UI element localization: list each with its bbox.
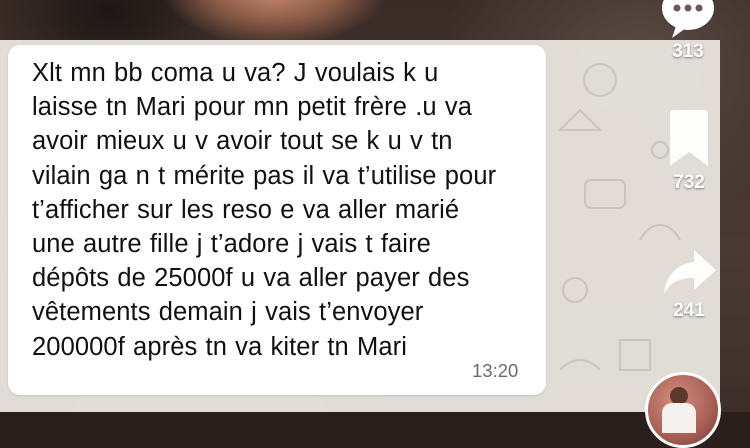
- message-line: vêtements demain j vais t’envoyer: [32, 298, 424, 327]
- message-line: une autre fille j t’adore j vais t faire: [32, 230, 431, 259]
- message-line: 200000f après tn va kiter tn Mari: [32, 332, 407, 361]
- message-line: avoir mieux u v avoir tout se k u v tn: [32, 127, 453, 156]
- message-line: Xlt mn bb coma u va? J voulais k u: [32, 59, 439, 87]
- message-timestamp: 13:20: [472, 360, 519, 381]
- shares-count: 241: [673, 300, 705, 321]
- comments-button[interactable]: [658, 0, 718, 42]
- favorite-button[interactable]: [664, 110, 714, 170]
- comments-count: 313: [672, 41, 704, 62]
- message-text: Xlt mn bb coma u va? J voulais k u laiss…: [32, 56, 532, 364]
- avatar-shirt: [662, 403, 696, 433]
- message-line: vilain ga n t mérite pas il va t’utilise…: [32, 161, 497, 190]
- share-arrow-icon: [664, 250, 716, 294]
- message-line: dépôts de 25000f u va aller payer des: [32, 264, 470, 293]
- bookmark-icon: [670, 110, 708, 166]
- message-line: laisse tn Mari pour mn petit frère .u va: [32, 93, 473, 122]
- favorites-count: 732: [673, 172, 705, 193]
- share-button[interactable]: [662, 248, 718, 298]
- message-line: t’afficher sur les reso e va aller marié: [32, 195, 460, 224]
- creator-avatar[interactable]: [645, 372, 721, 448]
- comment-dots-icon: [662, 0, 714, 38]
